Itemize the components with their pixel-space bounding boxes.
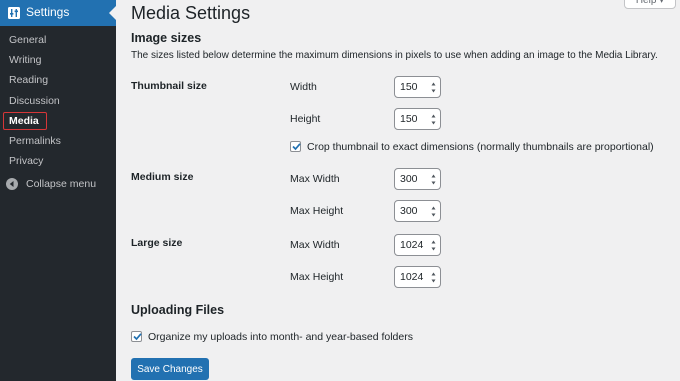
help-tab-button[interactable]: Help ▾ — [624, 0, 676, 9]
organize-uploads-label: Organize my uploads into month- and year… — [148, 331, 413, 343]
page-title: Media Settings — [131, 3, 251, 23]
settings-icon — [8, 7, 20, 19]
sidebar-item-reading[interactable]: Reading — [9, 74, 48, 86]
spinner-arrows-icon — [431, 174, 436, 185]
image-sizes-heading: Image sizes — [131, 31, 202, 45]
medium-max-width-value: 300 — [400, 173, 418, 185]
thumbnail-height-label: Height — [290, 113, 321, 125]
large-max-height-label: Max Height — [290, 271, 344, 283]
main-content: Help ▾ Media Settings Image sizes The si… — [116, 0, 680, 381]
sidebar-item-general[interactable]: General — [9, 34, 46, 46]
sidebar-item-permalinks[interactable]: Permalinks — [9, 135, 61, 147]
spinner-arrows-icon — [431, 272, 436, 283]
settings-menu-header[interactable]: Settings — [0, 0, 116, 26]
large-size-label: Large size — [131, 237, 183, 249]
thumbnail-height-value: 150 — [400, 113, 418, 125]
medium-max-width-input[interactable]: 300 — [394, 168, 441, 190]
spinner-arrows-icon — [431, 240, 436, 251]
admin-sidebar: Settings General Writing Reading Discuss… — [0, 0, 116, 381]
collapse-menu-label: Collapse menu — [26, 178, 97, 190]
thumbnail-width-label: Width — [290, 81, 317, 93]
thumbnail-size-label: Thumbnail size — [131, 80, 207, 92]
organize-uploads-checkbox[interactable] — [131, 331, 142, 342]
thumbnail-width-input[interactable]: 150 — [394, 76, 441, 98]
save-changes-button[interactable]: Save Changes — [131, 358, 209, 380]
media-highlight-outline — [3, 112, 47, 130]
large-max-height-value: 1024 — [400, 271, 424, 283]
spinner-arrows-icon — [431, 82, 436, 93]
medium-max-height-input[interactable]: 300 — [394, 200, 441, 222]
collapse-menu-button[interactable]: Collapse menu — [6, 178, 96, 190]
image-sizes-description: The sizes listed below determine the max… — [131, 50, 658, 61]
settings-menu-title: Settings — [26, 5, 70, 19]
crop-thumbnail-label: Crop thumbnail to exact dimensions (norm… — [307, 141, 654, 153]
uploading-files-heading: Uploading Files — [131, 303, 225, 317]
medium-max-width-label: Max Width — [290, 173, 340, 185]
large-max-height-input[interactable]: 1024 — [394, 266, 441, 288]
thumbnail-height-input[interactable]: 150 — [394, 108, 441, 130]
large-max-width-value: 1024 — [400, 239, 424, 251]
large-max-width-input[interactable]: 1024 — [394, 234, 441, 256]
checkmark-icon — [133, 333, 142, 341]
large-max-width-label: Max Width — [290, 239, 340, 251]
sidebar-item-writing[interactable]: Writing — [9, 54, 41, 66]
collapse-arrow-icon — [6, 178, 18, 190]
spinner-arrows-icon — [431, 114, 436, 125]
crop-thumbnail-checkbox[interactable] — [290, 141, 301, 152]
medium-size-label: Medium size — [131, 171, 194, 183]
checkmark-icon — [292, 143, 301, 151]
sidebar-item-discussion[interactable]: Discussion — [9, 95, 60, 107]
medium-max-height-value: 300 — [400, 205, 418, 217]
spinner-arrows-icon — [431, 206, 436, 217]
medium-max-height-label: Max Height — [290, 205, 344, 217]
thumbnail-width-value: 150 — [400, 81, 418, 93]
sidebar-item-privacy[interactable]: Privacy — [9, 155, 43, 167]
active-menu-pointer — [109, 6, 116, 20]
